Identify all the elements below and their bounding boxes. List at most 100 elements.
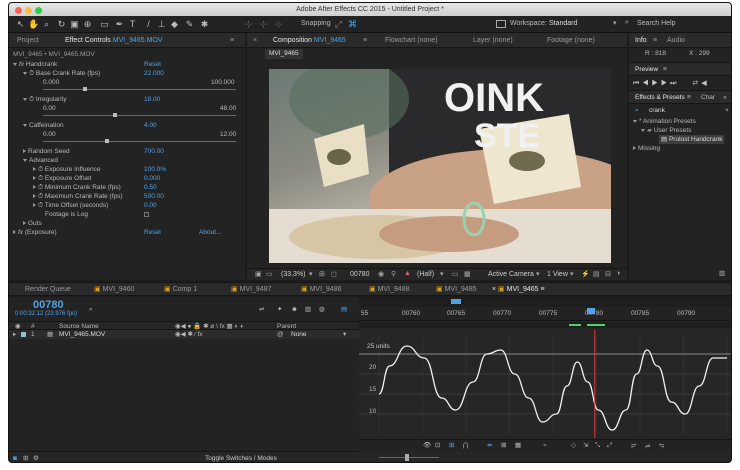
- exposure-offset-label[interactable]: ⏱ Exposure Offset: [33, 174, 91, 183]
- tab-layer[interactable]: Layer (none): [473, 33, 513, 47]
- tab-character[interactable]: Char: [701, 93, 715, 102]
- clear-search-icon[interactable]: ×: [725, 106, 729, 115]
- layer-switch-icons[interactable]: ◉◀ ✱ ⁄ fx: [175, 330, 203, 339]
- effects-search-input[interactable]: crank: [649, 106, 665, 115]
- linear-keyframe-icon[interactable]: ⇲: [583, 441, 588, 450]
- tab-comp-1[interactable]: ▣ Comp 1: [164, 283, 197, 297]
- comp-flowchart-icon[interactable]: ⇌: [259, 305, 264, 314]
- layer-row[interactable]: ▸ 1 ▦ MVI_9465.MOV ◉◀ ✱ ⁄ fx @ None ▾: [9, 330, 359, 339]
- zoom-slider[interactable]: [379, 457, 439, 458]
- effect-exposure[interactable]: fx (Exposure): [13, 228, 57, 237]
- irregularity-slider[interactable]: [43, 113, 236, 117]
- panel-menu-icon[interactable]: ≡: [663, 65, 667, 74]
- composition-viewer[interactable]: OINK STE: [269, 69, 611, 263]
- motion-blur-icon[interactable]: ◍: [319, 305, 325, 314]
- first-frame-icon[interactable]: ⏮: [633, 80, 642, 87]
- pen-tool-icon[interactable]: ✒: [114, 18, 125, 30]
- type-tool-icon[interactable]: T: [127, 18, 138, 30]
- new-bin-icon[interactable]: ▥: [719, 269, 725, 278]
- toggle-switches-modes-button[interactable]: Toggle Switches / Modes: [205, 454, 277, 462]
- last-frame-icon[interactable]: ⏭: [670, 80, 679, 87]
- tab-flowchart[interactable]: Flowchart (none): [385, 33, 438, 47]
- parent-select[interactable]: None: [291, 330, 307, 339]
- tab-mvi-9465[interactable]: × ▣ MVI_9465 ≡: [492, 283, 545, 297]
- edit-keyframe-icon[interactable]: ⌁: [543, 441, 547, 450]
- brush-tool-icon[interactable]: /: [143, 18, 154, 30]
- layer-name[interactable]: MVI_9465.MOV: [59, 330, 105, 339]
- chevron-down-icon[interactable]: ▾: [570, 270, 574, 278]
- advanced-group[interactable]: Advanced: [23, 156, 58, 165]
- tree-animation-presets[interactable]: * Animation Presets: [633, 117, 696, 126]
- fit-selection-icon[interactable]: ⇹: [487, 441, 492, 450]
- random-seed-label[interactable]: Random Seed: [23, 147, 70, 156]
- pan-behind-tool-icon[interactable]: ⊕: [82, 18, 93, 30]
- clone-tool-icon[interactable]: ⊥: [156, 18, 167, 30]
- footage-is-log-checkbox[interactable]: [144, 212, 149, 217]
- panel-menu-icon[interactable]: ≡: [230, 33, 234, 47]
- tab-info[interactable]: Info: [635, 33, 647, 47]
- panel-menu-icon[interactable]: ≡: [363, 33, 367, 47]
- audio-icon[interactable]: ◀: [701, 80, 709, 87]
- min-crank-label[interactable]: ⏱ Minimum Crank Rate (fps): [33, 183, 121, 192]
- tab-effect-controls[interactable]: Effect Controls MVI_9465.MOV: [65, 33, 163, 47]
- snapping-checkbox-icon[interactable]: ⤢: [333, 18, 344, 30]
- mask-visibility-icon[interactable]: ◻: [331, 270, 337, 278]
- in-out-toggle-icon[interactable]: ⚙: [33, 454, 39, 462]
- next-frame-icon[interactable]: ▶: [661, 80, 670, 87]
- effect-handcrank[interactable]: fx Handcrank: [13, 60, 57, 69]
- separate-dimensions-icon[interactable]: ▦: [515, 441, 521, 450]
- frame-blending-icon[interactable]: ▥: [305, 305, 311, 314]
- exposure-influence-label[interactable]: ⏱ Exposure Influence: [33, 165, 101, 174]
- caffeination-slider[interactable]: [43, 139, 236, 143]
- layer-color-label[interactable]: [21, 332, 26, 337]
- guts-group[interactable]: Guts: [23, 219, 42, 228]
- close-icon[interactable]: [15, 7, 22, 14]
- flowchart-icon[interactable]: ⊟: [605, 270, 611, 278]
- value-graph[interactable]: [359, 330, 732, 438]
- always-preview-icon[interactable]: ▣: [255, 270, 262, 278]
- exposure-influence-value[interactable]: 100.0%: [144, 165, 166, 174]
- tab-mvi-9488[interactable]: ▣ MVI_9488: [369, 283, 410, 297]
- time-offset-value[interactable]: 0.00: [144, 201, 157, 210]
- random-seed-value[interactable]: 700.00: [144, 147, 164, 156]
- auto-bezier-icon[interactable]: ⤡: [595, 441, 600, 450]
- current-time-display[interactable]: 00780: [350, 271, 369, 278]
- timeline-timecode[interactable]: 00780: [33, 299, 64, 311]
- tree-prolost-handcrank[interactable]: ▤ Prolost Handcrank: [659, 135, 725, 144]
- keyframe-marker[interactable]: [587, 324, 605, 326]
- magnification-select[interactable]: (33.3%): [281, 271, 306, 278]
- preview-controls[interactable]: ⏮◀▶▶⏭ ⇄◀: [633, 79, 731, 89]
- transparency-grid-icon[interactable]: ▦: [464, 270, 471, 278]
- exposure-reset-button[interactable]: Reset: [144, 228, 161, 237]
- transfer-controls-icon[interactable]: ⊞: [23, 454, 28, 462]
- views-select[interactable]: 1 View: [547, 271, 568, 278]
- fast-preview-icon[interactable]: ⚡: [581, 270, 590, 278]
- irregularity-value[interactable]: 18.00: [144, 95, 160, 104]
- monitor-icon[interactable]: ▭: [266, 270, 273, 278]
- slider-knob[interactable]: [105, 139, 109, 143]
- layer-duration-bar[interactable]: [359, 322, 731, 328]
- exposure-offset-value[interactable]: 0.000: [144, 174, 160, 183]
- reset-exposure-icon[interactable]: ◑: [616, 270, 620, 277]
- base-crank-slider[interactable]: [43, 87, 236, 91]
- handcrank-reset-button[interactable]: Reset: [144, 60, 161, 69]
- channel-icon[interactable]: ▲: [404, 270, 411, 277]
- playhead-handle[interactable]: [587, 308, 595, 314]
- snapshot-icon[interactable]: ◉: [378, 270, 384, 278]
- graph-editor-icon[interactable]: ▤: [341, 305, 347, 314]
- hand-tool-icon[interactable]: ✋: [28, 18, 39, 30]
- axis-world-icon[interactable]: ⊹: [258, 18, 269, 30]
- play-icon[interactable]: ▶: [652, 80, 661, 87]
- shy-icon[interactable]: ☻: [291, 305, 298, 314]
- time-offset-label[interactable]: ⏱ Time Offset (seconds): [33, 201, 108, 210]
- ease-icon[interactable]: ⥃: [659, 441, 664, 450]
- choose-property-icon[interactable]: 👁: [423, 441, 431, 450]
- slider-knob[interactable]: [113, 113, 117, 117]
- search-help-input[interactable]: Search Help: [637, 20, 676, 27]
- panel-menu-icon[interactable]: ≡: [687, 93, 691, 102]
- tab-mvi-9486[interactable]: ▣ MVI_9486: [301, 283, 342, 297]
- tab-footage[interactable]: Footage (none): [547, 33, 595, 47]
- chevron-right-icon[interactable]: »: [723, 93, 727, 102]
- work-area-bar[interactable]: [359, 297, 731, 307]
- comp-subtab[interactable]: MVI_9465: [265, 49, 303, 59]
